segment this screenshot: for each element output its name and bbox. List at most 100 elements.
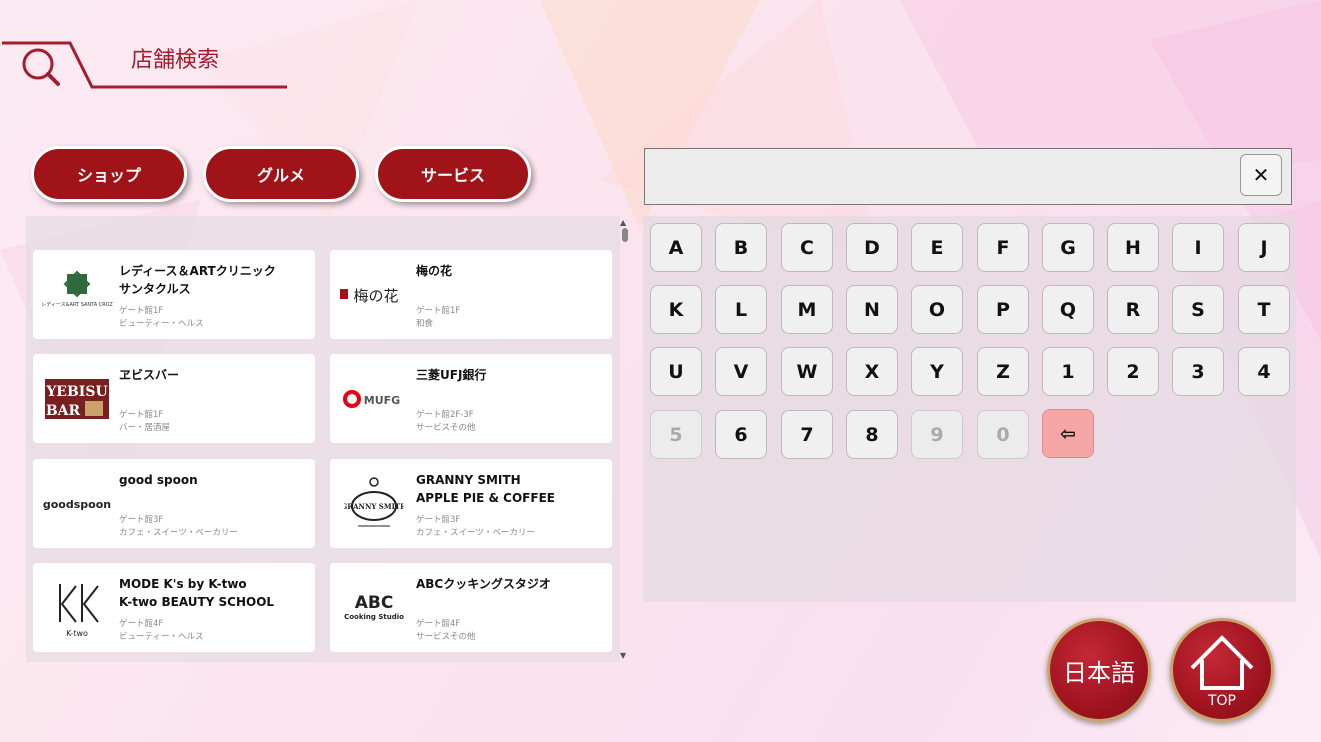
key-g[interactable]: G: [1042, 223, 1094, 272]
key-z[interactable]: Z: [977, 347, 1029, 396]
search-icon: [22, 48, 60, 86]
store-card[interactable]: K-two MODE K's by K-two K-two BEAUTY SCH…: [33, 563, 315, 652]
key-v[interactable]: V: [715, 347, 767, 396]
keyboard-panel: [643, 216, 1296, 602]
page-header: 店舗検索: [0, 0, 300, 100]
store-card[interactable]: MUFG 三菱UFJ銀行 ゲート館2F-3F サービスその他: [330, 354, 612, 443]
language-label: 日本語: [1063, 658, 1135, 687]
store-logo: ABC Cooking Studio: [336, 575, 412, 641]
store-category: 和食: [416, 319, 434, 329]
store-logo: GRANNY SMITH: [336, 471, 412, 537]
key-4[interactable]: 4: [1238, 347, 1290, 396]
key-s[interactable]: S: [1172, 285, 1224, 334]
svg-text:梅の花: 梅の花: [353, 287, 398, 305]
close-icon: ✕: [1252, 163, 1270, 187]
store-card[interactable]: goodspoon good spoon ゲート館3F カフェ・スイーツ・ベーカ…: [33, 459, 315, 548]
search-input[interactable]: [644, 148, 1292, 205]
key-b[interactable]: B: [715, 223, 767, 272]
store-category: カフェ・スイーツ・ベーカリー: [416, 528, 535, 538]
key-3[interactable]: 3: [1172, 347, 1224, 396]
scrollbar-thumb[interactable]: [622, 228, 628, 242]
key-r[interactable]: R: [1107, 285, 1159, 334]
key-f[interactable]: F: [977, 223, 1029, 272]
store-logo: 梅の花: [336, 262, 412, 328]
key-1[interactable]: 1: [1042, 347, 1094, 396]
svg-text:MUFG: MUFG: [364, 394, 400, 407]
key-9[interactable]: 9: [911, 410, 963, 459]
category-shop-button[interactable]: ショップ: [31, 146, 187, 202]
key-u[interactable]: U: [650, 347, 702, 396]
store-name: レディース＆ARTクリニック サンタクルス: [119, 264, 276, 296]
backspace-key[interactable]: ⇦: [1042, 409, 1094, 458]
key-a[interactable]: A: [650, 223, 702, 272]
key-w[interactable]: W: [781, 347, 833, 396]
store-name: ヱビスバー: [119, 368, 180, 382]
key-l[interactable]: L: [715, 285, 767, 334]
store-card[interactable]: GRANNY SMITH GRANNY SMITH APPLE PIE & CO…: [330, 459, 612, 548]
key-7[interactable]: 7: [781, 410, 833, 459]
store-logo: goodspoon: [39, 471, 115, 537]
key-m[interactable]: M: [781, 285, 833, 334]
key-2[interactable]: 2: [1107, 347, 1159, 396]
key-8[interactable]: 8: [846, 410, 898, 459]
category-service-button[interactable]: サービス: [375, 146, 531, 202]
key-x[interactable]: X: [846, 347, 898, 396]
store-category: サービスその他: [416, 423, 476, 433]
svg-text:レディース&ART SANTA CRUZ: レディース&ART SANTA CRUZ: [41, 301, 113, 308]
key-e[interactable]: E: [911, 223, 963, 272]
key-0[interactable]: 0: [977, 410, 1029, 459]
store-name: ABCクッキングスタジオ: [416, 577, 551, 591]
scroll-up-arrow[interactable]: ▲: [620, 218, 626, 227]
key-y[interactable]: Y: [911, 347, 963, 396]
store-card[interactable]: 梅の花 梅の花 ゲート館1F 和食: [330, 250, 612, 339]
svg-text:YEBISU: YEBISU: [45, 384, 107, 400]
store-logo: レディース&ART SANTA CRUZ: [39, 262, 115, 328]
store-category: ビューティー・ヘルス: [119, 319, 204, 329]
svg-text:K-two: K-two: [66, 629, 88, 638]
store-logo: MUFG: [336, 366, 412, 432]
key-j[interactable]: J: [1238, 223, 1290, 272]
key-5[interactable]: 5: [650, 410, 702, 459]
store-floor: ゲート館2F-3F: [416, 410, 474, 420]
top-button[interactable]: TOP: [1170, 618, 1274, 722]
store-logo: K-two: [39, 575, 115, 641]
store-name: 梅の花: [416, 264, 453, 278]
svg-text:GRANNY SMITH: GRANNY SMITH: [344, 502, 404, 511]
store-name: 三菱UFJ銀行: [416, 368, 487, 382]
store-floor: ゲート館4F: [119, 619, 164, 629]
svg-text:goodspoon: goodspoon: [43, 498, 111, 511]
store-name: GRANNY SMITH APPLE PIE & COFFEE: [416, 473, 555, 505]
store-card[interactable]: レディース&ART SANTA CRUZ レディース＆ARTクリニック サンタク…: [33, 250, 315, 339]
key-q[interactable]: Q: [1042, 285, 1094, 334]
category-gourmet-button[interactable]: グルメ: [203, 146, 359, 202]
store-floor: ゲート館3F: [119, 515, 164, 525]
key-i[interactable]: I: [1172, 223, 1224, 272]
key-h[interactable]: H: [1107, 223, 1159, 272]
store-floor: ゲート館1F: [119, 306, 164, 316]
clear-search-button[interactable]: ✕: [1240, 154, 1282, 196]
store-floor: ゲート館1F: [416, 306, 461, 316]
store-card[interactable]: ABC Cooking Studio ABCクッキングスタジオ ゲート館4F サ…: [330, 563, 612, 652]
key-p[interactable]: P: [977, 285, 1029, 334]
key-o[interactable]: O: [911, 285, 963, 334]
store-category: サービスその他: [416, 632, 476, 642]
store-logo: YEBISU BAR: [39, 366, 115, 432]
store-floor: ゲート館4F: [416, 619, 461, 629]
key-6[interactable]: 6: [715, 410, 767, 459]
store-name: good spoon: [119, 473, 198, 487]
store-list[interactable]: レディース&ART SANTA CRUZ レディース＆ARTクリニック サンタク…: [26, 216, 620, 662]
store-card[interactable]: YEBISU BAR ヱビスバー ゲート館1F バー・居酒屋: [33, 354, 315, 443]
key-t[interactable]: T: [1238, 285, 1290, 334]
key-k[interactable]: K: [650, 285, 702, 334]
page-title: 店舗検索: [131, 48, 220, 73]
key-c[interactable]: C: [781, 223, 833, 272]
key-n[interactable]: N: [846, 285, 898, 334]
scroll-down-arrow[interactable]: ▼: [620, 651, 626, 660]
top-label: TOP: [1207, 693, 1236, 709]
store-floor: ゲート館3F: [416, 515, 461, 525]
store-category: バー・居酒屋: [119, 423, 171, 433]
key-d[interactable]: D: [846, 223, 898, 272]
store-category: カフェ・スイーツ・ベーカリー: [119, 528, 238, 538]
svg-text:Cooking Studio: Cooking Studio: [344, 613, 404, 621]
language-button[interactable]: 日本語: [1047, 618, 1151, 722]
